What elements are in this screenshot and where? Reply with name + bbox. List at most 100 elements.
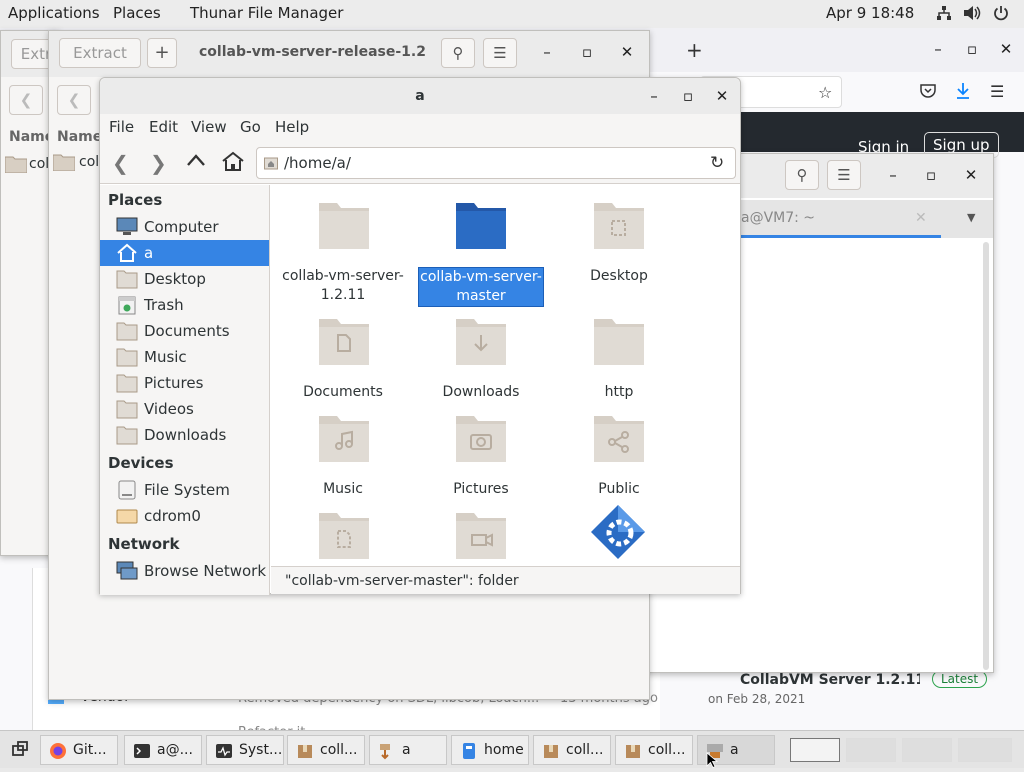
sidebar-item-cdrom[interactable]: cdrom0 [100,503,269,529]
folder-item[interactable]: Downloads [411,313,551,423]
maximize-button[interactable]: ▫ [678,87,698,105]
back-button[interactable]: ❮ [112,151,129,175]
close-button[interactable]: ✕ [712,87,732,105]
folder-item[interactable]: http [549,313,689,423]
back-button[interactable]: ❮ [57,85,91,115]
top-panel: Applications Places Thunar File Manager … [0,0,1024,28]
app-gear-icon[interactable] [589,503,647,565]
taskbar-item-home[interactable]: home [451,735,529,765]
sidebar-item-music[interactable]: Music [100,344,269,370]
browser-minimize-button[interactable]: – [928,40,948,58]
sidebar-item-trash[interactable]: Trash [100,292,269,318]
archive-minimize-button[interactable]: – [537,43,557,61]
search-icon[interactable]: ⚲ [785,160,819,190]
sidebar-item-label: a [144,244,154,262]
sidebar-item-filesystem[interactable]: File System [100,477,269,503]
folder-item[interactable]: Pictures [411,410,551,520]
clock[interactable]: Apr 9 18:48 [826,4,914,22]
workspace-switcher-4[interactable] [958,738,1012,762]
reload-icon[interactable]: ↻ [710,153,724,173]
downloads-icon[interactable] [955,82,971,104]
desktop-folder-icon [594,203,644,249]
back-button[interactable]: ❮ [9,85,43,115]
bookmark-star-icon[interactable]: ☆ [818,83,832,102]
archive-maximize-button[interactable]: ▫ [577,43,597,61]
path-text[interactable]: /home/a/ [284,154,351,172]
parent-folder-button[interactable] [186,152,206,172]
network-heading: Network [108,535,180,553]
terminal-close-button[interactable]: ✕ [961,166,981,184]
sidebar-item-browse-network[interactable]: Browse Network [100,558,269,584]
name-column-header[interactable]: Name [57,129,102,145]
folder-item[interactable]: Music [273,410,413,520]
sidebar-item-home[interactable]: a [100,240,269,266]
menu-view[interactable]: View [191,118,227,136]
browser-maximize-button[interactable]: ▫ [962,40,982,58]
sidebar-item-computer[interactable]: Computer [100,214,269,240]
taskbar-item-terminal[interactable]: a@... [124,735,202,765]
terminal-maximize-button[interactable]: ▫ [921,166,941,184]
search-icon[interactable]: ⚲ [441,38,475,68]
sidebar-item-label: Trash [144,296,184,314]
folder-icon [594,319,644,365]
scrollbar[interactable] [983,242,989,670]
extract-button[interactable]: Extract [59,38,141,68]
folder-label: Downloads [442,384,520,400]
power-icon[interactable] [993,5,1009,25]
folder-label: Documents [303,384,383,400]
sidebar-item-desktop[interactable]: Desktop [100,266,269,292]
taskbar-item-system-monitor[interactable]: Syst... [206,735,284,765]
browser-close-button[interactable]: ✕ [996,40,1016,58]
menu-go[interactable]: Go [240,118,261,136]
folder-label: collab-vm-server-1.2.11 [282,268,404,303]
menu-file[interactable]: File [109,118,134,136]
archive-close-button[interactable]: ✕ [617,43,637,61]
videos-folder-icon[interactable] [454,507,508,561]
cdrom-icon [116,506,138,526]
folder-item[interactable]: collab-vm-server-1.2.11 [273,197,413,307]
show-desktop-icon[interactable] [11,740,29,762]
templates-folder-icon[interactable] [317,507,371,561]
sidebar-item-label: cdrom0 [144,507,201,525]
sidebar-item-videos[interactable]: Videos [100,396,269,422]
mouse-cursor-icon [706,752,719,772]
taskbar-item-firefox[interactable]: Git... [40,735,118,765]
volume-icon[interactable] [963,5,981,25]
sidebar-item-downloads[interactable]: Downloads [100,422,269,448]
taskbar-item-archive[interactable]: coll... [287,735,365,765]
close-tab-icon[interactable]: ✕ [915,210,927,226]
release-title[interactable]: CollabVM Server 1.2.11 "SE S... [740,672,920,688]
menu-icon[interactable]: ☰ [827,160,861,190]
places-heading: Places [108,191,163,209]
home-button[interactable] [221,151,245,175]
public-folder-icon [594,416,644,462]
new-tab-button[interactable]: + [686,38,703,62]
folder-item[interactable]: Desktop [549,197,689,307]
sidebar: Places Computer a Desktop Trash Document… [100,185,270,595]
taskbar-item-install[interactable]: a [369,735,447,765]
menu-icon[interactable]: ☰ [483,38,517,68]
taskbar-item-archive[interactable]: coll... [533,735,611,765]
menu-help[interactable]: Help [275,118,309,136]
sidebar-item-documents[interactable]: Documents [100,318,269,344]
minimize-button[interactable]: – [644,87,664,105]
applications-menu[interactable]: Applications [8,4,100,22]
places-menu[interactable]: Places [113,4,161,22]
workspace-switcher-2[interactable] [846,738,896,762]
forward-button[interactable]: ❯ [150,151,167,175]
network-icon[interactable] [936,5,952,25]
home-icon [116,243,138,263]
tab-dropdown-icon[interactable]: ▼ [967,211,975,224]
folder-item-selected[interactable]: collab-vm-server-master [411,197,551,307]
sidebar-item-pictures[interactable]: Pictures [100,370,269,396]
workspace-switcher-3[interactable] [902,738,952,762]
taskbar-item-archive[interactable]: coll... [615,735,693,765]
menu-edit[interactable]: Edit [149,118,178,136]
terminal-minimize-button[interactable]: – [883,166,903,184]
hamburger-menu-icon[interactable]: ☰ [990,82,1004,101]
pocket-icon[interactable] [920,84,936,102]
add-file-button[interactable]: + [147,38,177,68]
folder-item[interactable]: Documents [273,313,413,423]
workspace-switcher-1[interactable] [790,738,840,762]
sidebar-item-label: Documents [144,322,230,340]
